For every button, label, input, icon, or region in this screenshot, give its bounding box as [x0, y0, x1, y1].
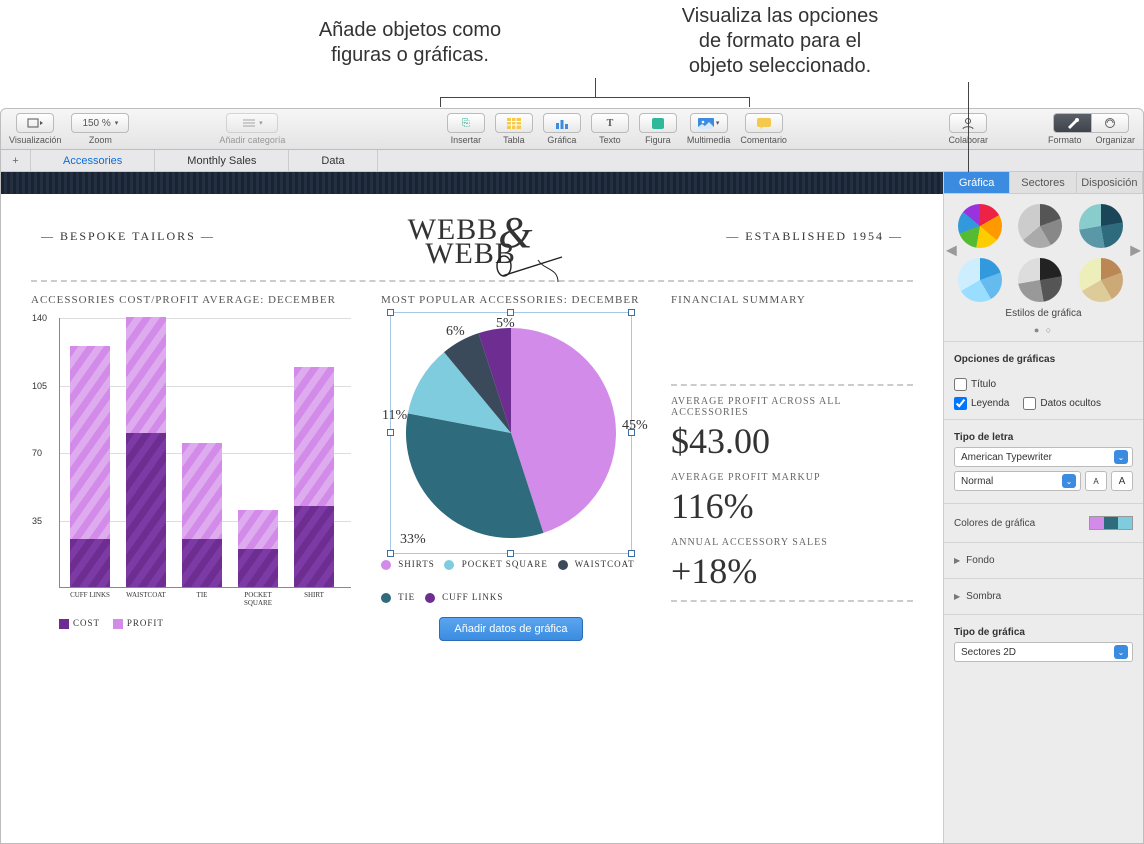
bar-chart-title: ACCESSORIES COST/PROFIT AVERAGE: DECEMBE…	[31, 294, 351, 306]
tab-accessories[interactable]: Accessories	[31, 150, 155, 171]
text-button[interactable]: T	[591, 113, 629, 133]
insert-button[interactable]: ⎘	[447, 113, 485, 133]
organize-button[interactable]	[1091, 113, 1129, 133]
add-category-button[interactable]: ▾	[226, 113, 278, 133]
style-option[interactable]	[1018, 204, 1062, 248]
options-header: Opciones de gráficas	[954, 354, 1133, 365]
inspector-tab-sectors[interactable]: Sectores	[1010, 172, 1076, 193]
hidden-data-checkbox[interactable]: Datos ocultos	[1023, 397, 1101, 410]
font-style-select[interactable]: Normal⌄	[954, 471, 1081, 491]
zoom-dropdown[interactable]: 150 %▾	[71, 113, 129, 133]
tab-data[interactable]: Data	[289, 150, 377, 171]
bar-chart[interactable]: ACCESSORIES COST/PROFIT AVERAGE: DECEMBE…	[31, 294, 351, 629]
bespoke-tag: — BESPOKE TAILORS —	[41, 229, 215, 244]
denim-banner	[1, 172, 943, 194]
media-button[interactable]: ▾	[690, 113, 728, 133]
summary-value: +18%	[671, 550, 913, 592]
view-button[interactable]	[16, 113, 54, 133]
summary-value: $43.00	[671, 420, 913, 462]
pie-legend: SHIRTS POCKET SQUARE WAISTCOAT TIE CUFF …	[381, 556, 641, 605]
summary-label: AVERAGE PROFIT MARKUP	[671, 472, 913, 483]
tab-monthly-sales[interactable]: Monthly Sales	[155, 150, 289, 171]
style-option[interactable]	[1079, 258, 1123, 302]
shadow-disclosure[interactable]: ▶Sombra	[944, 585, 1143, 608]
add-chart-data-button[interactable]: Añadir datos de gráfica	[439, 617, 582, 641]
chart-type-select[interactable]: Sectores 2D⌄	[954, 642, 1133, 662]
chart-colors-row[interactable]: Colores de gráfica	[944, 510, 1143, 536]
add-category-label: Añadir categoría	[219, 135, 285, 145]
shape-button[interactable]	[639, 113, 677, 133]
color-swatches[interactable]	[1089, 516, 1133, 530]
zoom-group: 150 %▾ Zoom	[71, 113, 129, 145]
selection-box	[390, 312, 632, 554]
pie-chart-selected[interactable]: MOST POPULAR ACCESSORIES: DECEMBER 45%33…	[381, 294, 641, 641]
font-family-select[interactable]: American Typewriter⌄	[954, 447, 1133, 467]
style-option[interactable]	[958, 204, 1002, 248]
summary-label: ANNUAL ACCESSORY SALES	[671, 537, 913, 548]
style-option[interactable]	[958, 258, 1002, 302]
bar-legend: COST PROFIT	[59, 618, 351, 629]
title-checkbox[interactable]: Título	[954, 378, 996, 391]
inspector-tab-layout[interactable]: Disposición	[1077, 172, 1143, 193]
financial-summary: FINANCIAL SUMMARY AVERAGE PROFIT ACROSS …	[671, 294, 913, 608]
inspector-tab-chart[interactable]: Gráfica	[944, 172, 1010, 193]
chart-type-header: Tipo de gráfica	[954, 627, 1133, 638]
page-dots: ● ○	[944, 325, 1143, 335]
chart-button[interactable]	[543, 113, 581, 133]
styles-title: Estilos de gráfica	[944, 306, 1143, 325]
main-toolbar: Visualización 150 %▾ Zoom ▾ Añadir categ…	[0, 108, 1144, 150]
summary-title: FINANCIAL SUMMARY	[671, 294, 913, 306]
view-label: Visualización	[9, 135, 61, 145]
chart-style-grid	[944, 194, 1143, 306]
category-group: ▾ Añadir categoría	[219, 113, 285, 145]
summary-label: AVERAGE PROFIT ACROSS ALL ACCESSORIES	[671, 396, 913, 418]
font-smaller-button[interactable]: A	[1085, 471, 1107, 491]
view-group: Visualización	[9, 113, 61, 145]
table-button[interactable]	[495, 113, 533, 133]
callout-format: Visualiza las opciones de formato para e…	[660, 4, 900, 79]
established-tag: — ESTABLISHED 1954 —	[726, 229, 903, 244]
callout-insert: Añade objetos como figuras o gráficas.	[300, 18, 520, 68]
format-button[interactable]	[1053, 113, 1091, 133]
sheet-tabbar: + Accessories Monthly Sales Data	[0, 150, 1144, 172]
style-option[interactable]	[1018, 258, 1062, 302]
format-inspector: Gráfica Sectores Disposición ◀ ▶ Estilos…	[943, 172, 1143, 843]
add-sheet-button[interactable]: +	[1, 150, 31, 171]
divider	[31, 280, 913, 282]
annotation-callouts: Añade objetos como figuras o gráficas. V…	[0, 0, 1144, 108]
zoom-label: Zoom	[89, 135, 112, 145]
font-larger-button[interactable]: A	[1111, 471, 1133, 491]
summary-value: 116%	[671, 485, 913, 527]
pie-chart-title: MOST POPULAR ACCESSORIES: DECEMBER	[381, 294, 641, 306]
background-disclosure[interactable]: ▶Fondo	[944, 549, 1143, 572]
document-canvas[interactable]: — BESPOKE TAILORS — WEBB& WEBB — ESTABLI…	[1, 172, 943, 843]
logo: WEBB& WEBB	[408, 204, 534, 268]
legend-checkbox[interactable]: Leyenda	[954, 397, 1009, 410]
font-header: Tipo de letra	[954, 432, 1133, 443]
comment-button[interactable]	[745, 113, 783, 133]
style-option[interactable]	[1079, 204, 1123, 248]
